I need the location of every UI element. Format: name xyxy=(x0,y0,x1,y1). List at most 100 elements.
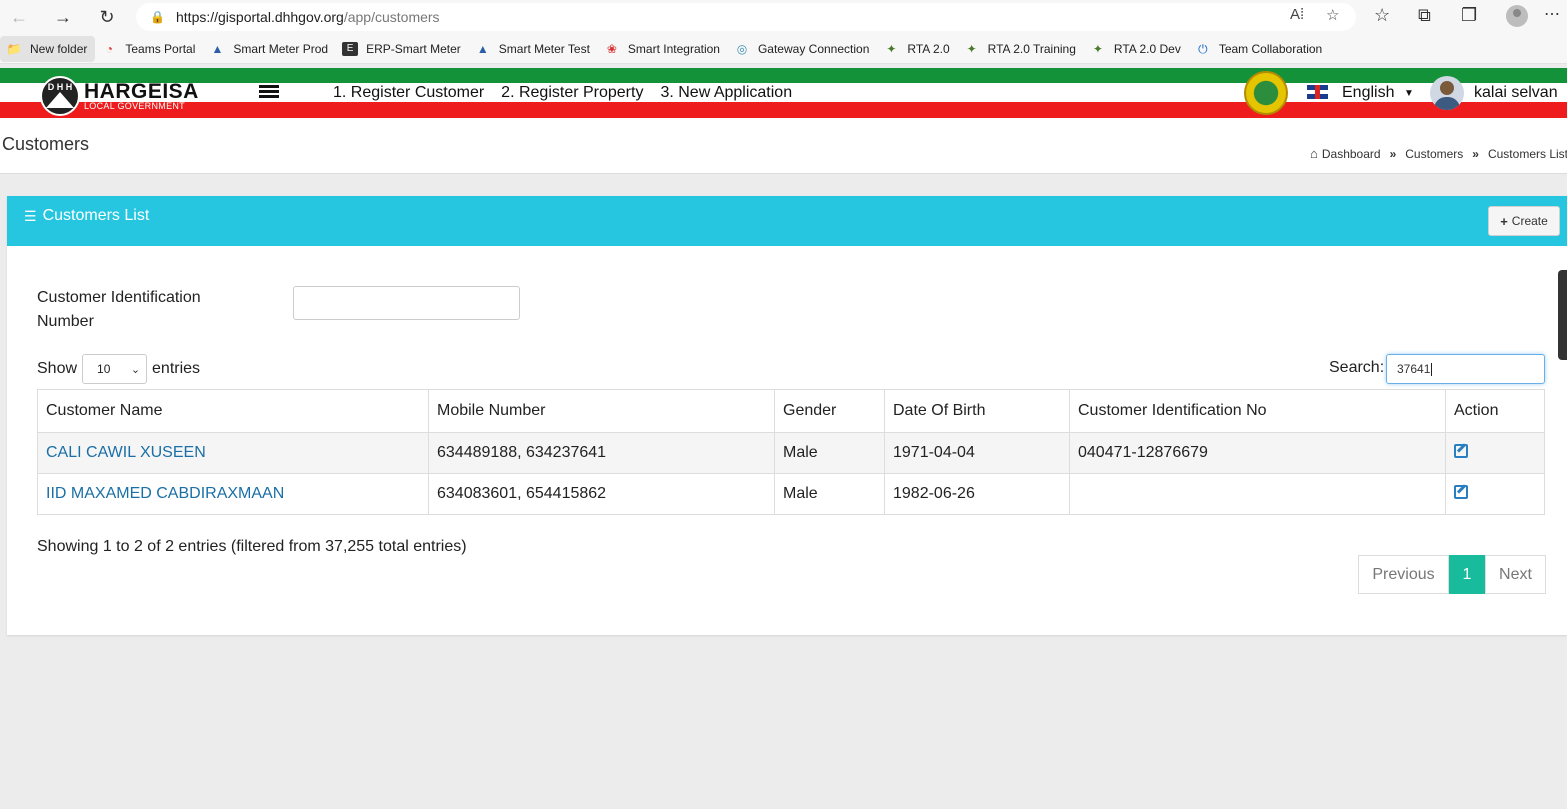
text-cursor xyxy=(1431,362,1433,376)
customer-id-filter-input[interactable] xyxy=(293,286,520,320)
top-nav: 1. Register Customer 2. Register Propert… xyxy=(333,84,809,102)
chevron-down-icon: ⌄ xyxy=(130,363,141,376)
extensions-icon[interactable]: ❐ xyxy=(1461,5,1477,26)
browser-toolbar: ← → ↻ 🔒 https://gisportal.dhhgov.org/app… xyxy=(0,0,1567,34)
cell-action xyxy=(1445,473,1545,515)
globe-icon: ◎ xyxy=(736,41,748,56)
language-selector[interactable]: English xyxy=(1342,84,1394,102)
bookmark-teams-portal[interactable]: ◔ Teams Portal xyxy=(95,36,203,62)
read-aloud-icon[interactable]: A⁞ xyxy=(1290,6,1304,23)
user-avatar[interactable] xyxy=(1430,76,1464,110)
edit-icon[interactable] xyxy=(1454,484,1468,499)
folder-icon: 📁 xyxy=(6,41,22,56)
breadcrumb-separator: » xyxy=(1389,146,1397,161)
lock-icon: 🔒 xyxy=(150,10,165,24)
user-name[interactable]: kalai selvan xyxy=(1474,84,1558,102)
more-menu-icon[interactable]: ⋯ xyxy=(1544,4,1560,24)
create-button[interactable]: + Create xyxy=(1488,206,1560,236)
customer-name-link[interactable]: CALI CAWIL XUSEEN xyxy=(46,444,206,461)
flower-icon: ❀ xyxy=(606,41,617,56)
card-title-text: Customers List xyxy=(42,207,150,224)
bookmark-smart-meter-test[interactable]: ▲ Smart Meter Test xyxy=(469,36,598,62)
column-header-customer-name[interactable]: Customer Name xyxy=(37,389,429,433)
nav-new-application[interactable]: 3. New Application xyxy=(660,84,792,102)
search-input[interactable]: 37641 xyxy=(1386,354,1545,384)
previous-page-button[interactable]: Previous xyxy=(1358,555,1449,594)
breadcrumb: ⌂ Dashboard » Customers » Customers List xyxy=(1310,146,1567,161)
header-green-stripe xyxy=(0,68,1567,83)
bookmark-rta-2-0-dev[interactable]: ✦ RTA 2.0 Dev xyxy=(1084,36,1189,62)
table-row: IID MAXAMED CABDIRAXMAAN 634083601, 6544… xyxy=(37,473,1545,515)
hamburger-menu-icon[interactable] xyxy=(259,85,279,99)
bookmark-team-collaboration[interactable]: ⏻ Team Collaboration xyxy=(1189,36,1330,62)
reload-icon[interactable]: ↻ xyxy=(94,4,120,30)
collections-icon[interactable]: ⧉ xyxy=(1418,5,1431,26)
cell-date-of-birth: 1971-04-04 xyxy=(884,432,1070,474)
next-page-button[interactable]: Next xyxy=(1485,555,1546,594)
cell-mobile-number: 634083601, 654415862 xyxy=(428,473,775,515)
column-header-mobile-number[interactable]: Mobile Number xyxy=(428,389,775,433)
cell-customer-name: CALI CAWIL XUSEEN xyxy=(37,432,429,474)
bookmark-label: Team Collaboration xyxy=(1218,41,1323,56)
uk-flag-icon xyxy=(1307,85,1328,99)
bookmark-smart-integration[interactable]: ❀ Smart Integration xyxy=(598,36,728,62)
customer-id-filter-label: Customer Identification Number xyxy=(37,289,201,330)
bookmark-label: Smart Integration xyxy=(627,41,720,56)
bookmark-smart-meter-prod[interactable]: ▲ Smart Meter Prod xyxy=(203,36,336,62)
favorites-icon[interactable]: ☆ xyxy=(1374,5,1390,26)
pagination: Previous 1 Next xyxy=(1358,555,1546,594)
add-favorite-icon[interactable]: ☆ xyxy=(1326,6,1339,24)
nav-register-customer[interactable]: 1. Register Customer xyxy=(333,84,484,102)
header-red-stripe xyxy=(0,102,1567,118)
emblem-icon: ✦ xyxy=(886,41,897,56)
entries-per-page-value: 10 xyxy=(97,362,111,376)
caret-down-icon[interactable]: ▼ xyxy=(1404,88,1414,99)
breadcrumb-customers-list: Customers List xyxy=(1487,146,1567,161)
bookmark-gateway-connection[interactable]: ◎ Gateway Connection xyxy=(728,36,877,62)
back-arrow-icon[interactable]: ← xyxy=(6,4,32,30)
logo-title[interactable]: HARGEISA xyxy=(84,81,199,102)
table-header-row: Customer Name Mobile Number Gender Date … xyxy=(37,389,1545,433)
logo-mountain-icon xyxy=(46,92,74,108)
nav-register-property[interactable]: 2. Register Property xyxy=(501,84,643,102)
edit-icon[interactable] xyxy=(1454,443,1468,458)
bookmark-new-folder[interactable]: 📁 New folder xyxy=(0,35,96,62)
customers-table: Customer Name Mobile Number Gender Date … xyxy=(37,389,1545,515)
profile-icon[interactable] xyxy=(1506,5,1528,27)
bookmark-rta-2-0[interactable]: ✦ RTA 2.0 xyxy=(877,36,957,62)
address-bar[interactable]: 🔒 https://gisportal.dhhgov.org/app/custo… xyxy=(136,3,1356,31)
column-header-gender[interactable]: Gender xyxy=(774,389,885,433)
entries-label: entries xyxy=(152,360,201,377)
logo-subtitle: LOCAL GOVERNMENT xyxy=(84,101,185,111)
bookmark-label: Gateway Connection xyxy=(757,41,870,56)
drop-icon: ▲ xyxy=(211,41,224,56)
column-header-action: Action xyxy=(1445,389,1545,433)
forward-arrow-icon[interactable]: → xyxy=(50,4,76,30)
breadcrumb-dashboard[interactable]: Dashboard xyxy=(1322,147,1381,161)
table-row: CALI CAWIL XUSEEN 634489188, 634237641 M… xyxy=(37,432,1545,474)
cell-customer-id: 040471-12876679 xyxy=(1069,432,1446,474)
emblem-icon: ✦ xyxy=(966,41,977,56)
card-header: ☰ Customers List + Create xyxy=(7,196,1567,246)
emblem-icon: ✦ xyxy=(1092,41,1103,56)
bookmark-label: New folder xyxy=(30,41,88,56)
column-header-date-of-birth[interactable]: Date Of Birth xyxy=(884,389,1070,433)
create-label: Create xyxy=(1511,214,1548,228)
bookmark-erp-smart-meter[interactable]: E ERP-Smart Meter xyxy=(336,36,469,62)
column-header-customer-id[interactable]: Customer Identification No xyxy=(1069,389,1446,433)
url-host: https://gisportal.dhhgov.org xyxy=(176,9,344,25)
cell-gender: Male xyxy=(774,473,885,515)
drop-icon: ▲ xyxy=(476,41,489,56)
cell-customer-name: IID MAXAMED CABDIRAXMAAN xyxy=(37,473,429,515)
breadcrumb-customers[interactable]: Customers xyxy=(1405,147,1463,161)
side-widget-tab[interactable] xyxy=(1558,270,1567,360)
page-1-button[interactable]: 1 xyxy=(1449,555,1485,594)
government-emblem xyxy=(1244,71,1288,115)
bookmark-label: Teams Portal xyxy=(125,41,196,56)
entries-per-page-select[interactable]: 10 ⌄ xyxy=(82,354,148,384)
customer-name-link[interactable]: IID MAXAMED CABDIRAXMAAN xyxy=(46,485,284,502)
bookmark-rta-2-0-training[interactable]: ✦ RTA 2.0 Training xyxy=(958,36,1084,62)
card-title: ☰ Customers List xyxy=(24,207,149,225)
e-icon: E xyxy=(342,41,359,56)
search-label: Search: xyxy=(1329,359,1385,376)
